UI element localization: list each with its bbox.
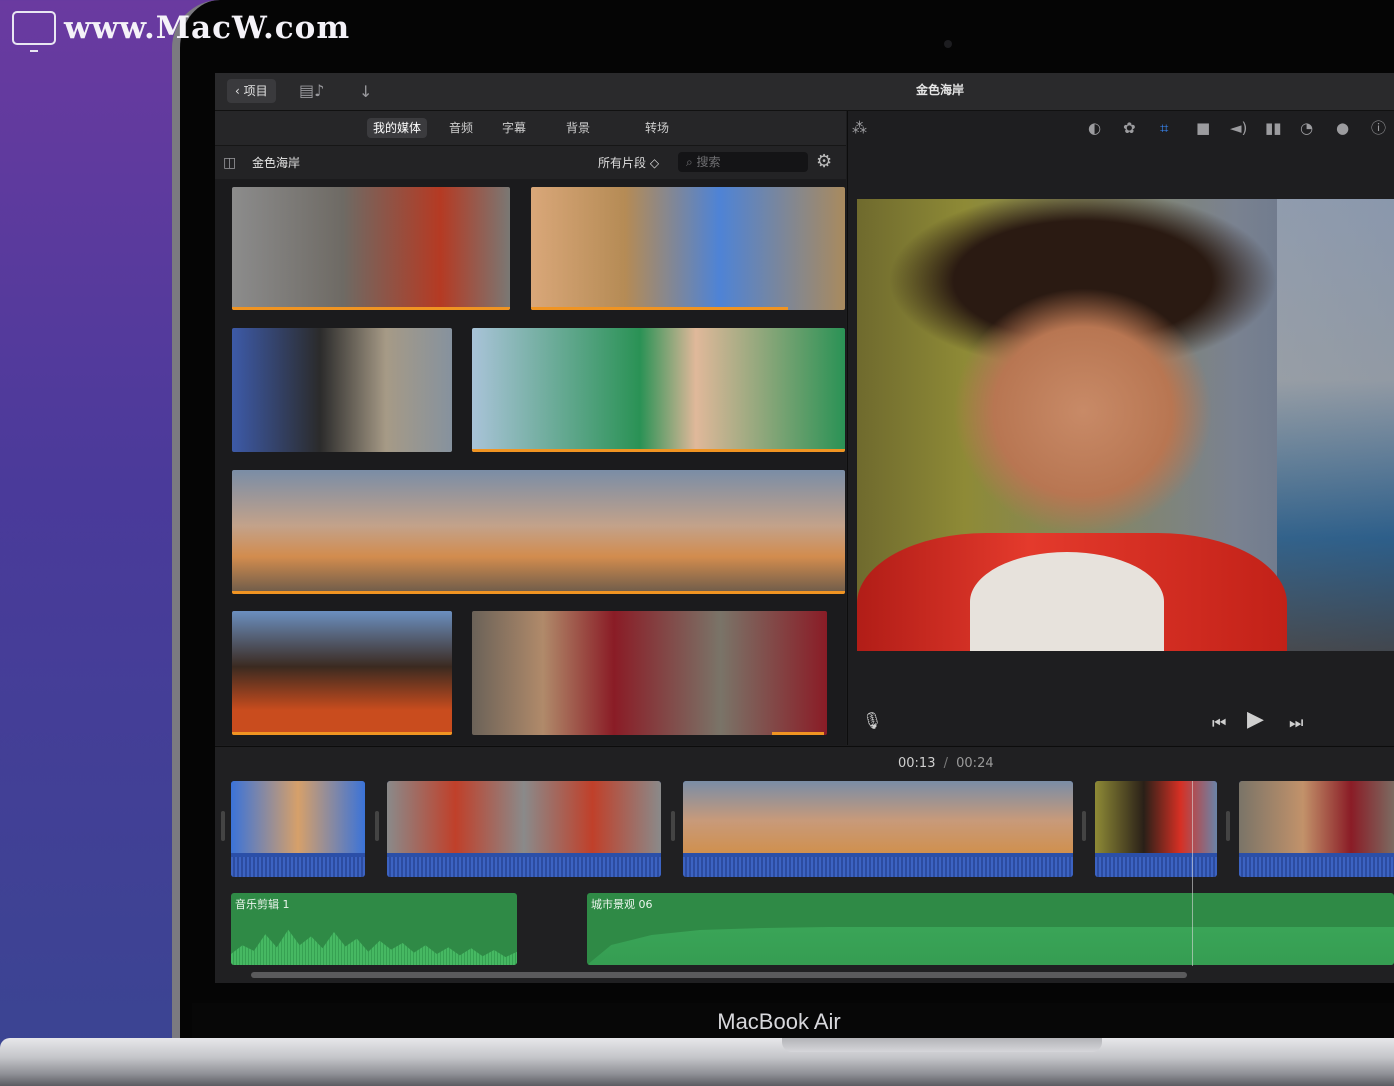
back-to-projects-button[interactable]: ‹ 项目	[227, 79, 276, 103]
gear-icon[interactable]: ⚙	[816, 152, 832, 172]
library-title: 金色海岸	[252, 156, 301, 170]
trim-handle[interactable]	[1226, 811, 1230, 841]
media-clip[interactable]	[232, 611, 452, 735]
stabilization-icon[interactable]: ■	[1196, 119, 1210, 137]
trim-handle[interactable]	[671, 811, 675, 841]
volume-icon[interactable]: ◄)	[1230, 119, 1247, 137]
skip-forward-icon[interactable]: ⏭	[1289, 713, 1303, 733]
media-browser-toggle-icon[interactable]: ▤♪	[299, 81, 324, 101]
window-title: 金色海岸	[915, 83, 964, 97]
media-browser	[215, 179, 846, 745]
media-clip[interactable]	[472, 328, 845, 452]
playhead[interactable]	[1192, 781, 1193, 966]
time-separator: /	[943, 756, 948, 771]
video-preview[interactable]	[857, 199, 1394, 651]
search-icon: ⌕	[686, 155, 697, 169]
clip-filter-select[interactable]: 所有片段 ◇	[598, 154, 659, 171]
tab-backgrounds[interactable]: 背景	[560, 118, 596, 138]
play-icon[interactable]: ▶	[1247, 709, 1264, 731]
laptop-chin: MacBook Air	[192, 1003, 1394, 1041]
library-bar: ◫ 金色海岸 所有片段 ◇ ⌕ 搜索 ⚙	[215, 145, 846, 180]
search-placeholder: 搜索	[696, 155, 721, 169]
preview-collar	[969, 551, 1164, 651]
audio-clip-label: 音乐剪辑 1	[235, 898, 290, 911]
timeline-clip[interactable]	[683, 781, 1073, 877]
trim-handle[interactable]	[221, 811, 225, 841]
watermark-text: www.MacW.com	[64, 10, 351, 46]
timeline-clip[interactable]	[1095, 781, 1217, 877]
trim-handle[interactable]	[375, 811, 379, 841]
sidebar-toggle-icon[interactable]: ◫	[223, 153, 236, 173]
trim-handle[interactable]	[1082, 811, 1086, 841]
skip-back-icon[interactable]: ⏮	[1212, 713, 1226, 733]
media-clip[interactable]	[472, 611, 827, 735]
microphone-icon[interactable]: 🎙	[862, 711, 882, 731]
timeline-clip[interactable]	[1239, 781, 1394, 877]
monitor-logo-icon	[12, 11, 56, 52]
timecode: 00:13 / 00:24	[815, 756, 1155, 771]
audio-clip[interactable]: 音乐剪辑 1	[231, 893, 517, 965]
back-label: 项目	[243, 84, 268, 98]
chevron-left-icon: ‹	[235, 84, 244, 98]
tab-transitions[interactable]: 转场	[639, 118, 675, 138]
timeline-clip[interactable]	[387, 781, 661, 877]
laptop-base	[0, 1038, 1394, 1086]
tab-my-media[interactable]: 我的媒体	[367, 118, 428, 138]
base-notch	[782, 1038, 1102, 1052]
audio-waveform	[587, 927, 1394, 965]
tab-audio[interactable]: 音频	[443, 118, 479, 138]
media-clip[interactable]	[531, 187, 845, 310]
clip-filter-icon[interactable]: ●	[1336, 119, 1349, 137]
media-clip[interactable]	[232, 187, 510, 310]
import-arrow-icon[interactable]: ↓	[359, 82, 372, 102]
current-time: 00:13	[898, 756, 936, 771]
title-bar: ‹ 项目 ▤♪ ↓ 金色海岸	[215, 73, 1394, 111]
camera-icon	[944, 40, 952, 48]
viewer-toolbar: ⁂ ◐ ✿ ⌗ ■ ◄) ▮▮ ◔ ● ⓘ	[848, 111, 1394, 145]
search-input[interactable]: ⌕ 搜索	[678, 152, 808, 172]
device-label: MacBook Air	[717, 1009, 841, 1034]
timeline-clip[interactable]	[231, 781, 365, 877]
audio-clip[interactable]: 城市景观 06	[587, 893, 1394, 965]
magic-wand-icon[interactable]: ⁂	[852, 119, 867, 137]
watermark: www.MacW.com	[12, 8, 351, 52]
total-duration: 00:24	[956, 756, 994, 771]
browser-tabs: 我的媒体 音频 字幕 背景 转场	[215, 111, 846, 145]
color-correction-icon[interactable]: ✿	[1123, 119, 1136, 137]
media-clip[interactable]	[232, 328, 452, 452]
preview-background-wall	[1276, 199, 1394, 651]
crop-icon[interactable]: ⌗	[1160, 119, 1168, 137]
timeline: 00:13 / 00:24 音乐剪辑 1 城市景观 06	[215, 746, 1394, 983]
tab-titles[interactable]: 字幕	[496, 118, 532, 138]
info-icon[interactable]: ⓘ	[1371, 119, 1386, 137]
media-clip[interactable]	[232, 470, 845, 594]
noise-eq-icon[interactable]: ▮▮	[1265, 119, 1282, 137]
timeline-scrollbar[interactable]	[251, 972, 1187, 978]
audio-waveform	[231, 929, 517, 965]
speed-icon[interactable]: ◔	[1300, 119, 1313, 137]
imovie-window: ‹ 项目 ▤♪ ↓ 金色海岸 我的媒体 音频 字幕 背景 转场 ◫ 金色海岸 所…	[215, 73, 1394, 983]
color-balance-icon[interactable]: ◐	[1088, 119, 1101, 137]
audio-clip-label: 城市景观 06	[591, 898, 653, 911]
viewer-pane: ⁂ ◐ ✿ ⌗ ■ ◄) ▮▮ ◔ ● ⓘ 🎙 ⏮ ▶ ⏭	[847, 111, 1394, 745]
